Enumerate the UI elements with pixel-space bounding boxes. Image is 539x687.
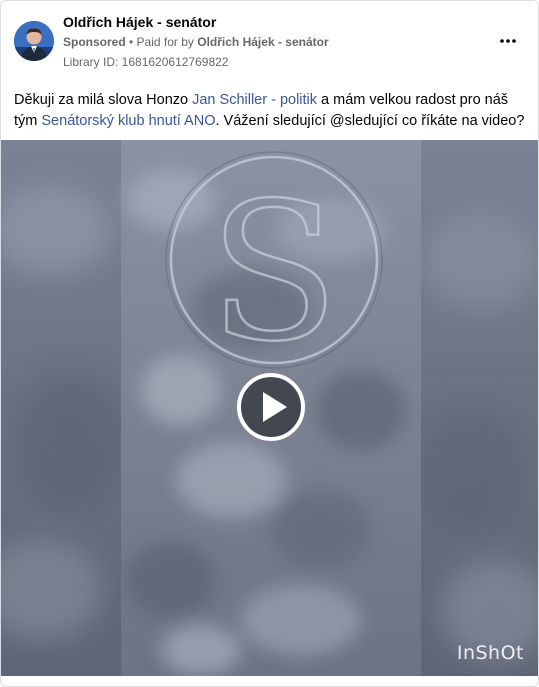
more-horizontal-icon	[500, 39, 516, 43]
video-player[interactable]: S InShOt	[1, 140, 538, 676]
person-avatar-icon	[14, 21, 54, 61]
post-text: Děkuji za milá slova Honzo Jan Schiller …	[14, 90, 529, 132]
avatar[interactable]	[14, 21, 54, 61]
play-icon[interactable]	[236, 372, 306, 442]
post-text-part-3: . Vážení sledující @sledující co říkáte …	[215, 113, 525, 129]
more-options-button[interactable]	[496, 29, 520, 53]
mention-link-jan-schiller[interactable]: Jan Schiller - politik	[192, 92, 317, 108]
sponsored-line: Sponsored • Paid for by Oldřich Hájek - …	[63, 35, 329, 49]
meta-separator: •	[125, 35, 137, 49]
library-id: Library ID: 1681620612769822	[63, 55, 229, 69]
paid-for-prefix: Paid for by	[136, 35, 198, 49]
mention-link-senatorsky-klub[interactable]: Senátorský klub hnutí ANO	[41, 113, 215, 129]
payer-name: Oldřich Hájek - senátor	[197, 35, 329, 49]
logo-letter: S	[209, 162, 339, 383]
page-name[interactable]: Oldřich Hájek - senátor	[63, 14, 216, 30]
post-text-part-1: Děkuji za milá slova Honzo	[14, 92, 193, 108]
ad-card: Oldřich Hájek - senátor Sponsored • Paid…	[0, 0, 539, 687]
inshot-watermark: InShOt	[456, 642, 524, 664]
sponsored-label[interactable]: Sponsored	[63, 35, 126, 49]
